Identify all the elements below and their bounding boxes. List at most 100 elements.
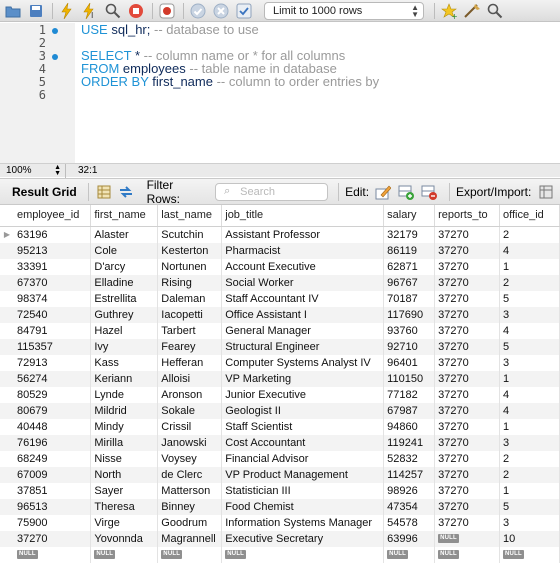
table-cell-salary[interactable]: 52832 <box>383 450 436 467</box>
table-cell-salary[interactable]: 119241 <box>383 434 436 451</box>
table-cell-reports-to[interactable]: 37270 <box>434 274 501 291</box>
table-cell-office-id[interactable]: 4 <box>499 322 560 339</box>
table-row[interactable]: 75900 Virge Goodrum Information Systems Man… <box>0 514 560 531</box>
table-cell-first-name[interactable]: NULL <box>90 546 159 563</box>
table-cell-last-name[interactable]: Nortunen <box>157 258 223 275</box>
autocommit-icon[interactable] <box>235 2 253 20</box>
beautify-icon[interactable] <box>463 2 481 20</box>
table-cell-employee-id[interactable]: 84791 <box>13 322 92 339</box>
table-cell-employee-id[interactable]: 96513 <box>13 498 92 515</box>
table-cell-last-name[interactable]: Alloisi <box>157 370 223 387</box>
table-cell-first-name[interactable]: Estrellita <box>90 290 159 307</box>
table-cell-salary[interactable]: 62871 <box>383 258 436 275</box>
table-cell-reports-to[interactable]: 37270 <box>434 466 501 483</box>
table-cell-last-name[interactable]: Binney <box>157 498 223 515</box>
table-row[interactable]: 84791 Hazel Tarbert General Manager 93760 372… <box>0 322 560 339</box>
table-cell-employee-id[interactable]: 72540 <box>13 306 92 323</box>
table-cell-last-name[interactable]: Tarbert <box>157 322 223 339</box>
table-cell-office-id[interactable]: 5 <box>499 290 560 307</box>
table-row[interactable]: 98374 Estrellita Daleman Staff Accountant I… <box>0 290 560 307</box>
table-cell-last-name[interactable]: Fearey <box>157 338 223 355</box>
table-cell-reports-to[interactable]: 37270 <box>434 338 501 355</box>
delete-row-icon[interactable] <box>420 183 437 201</box>
table-cell-job-title[interactable]: Geologist II <box>221 402 385 419</box>
table-row[interactable]: 37851 Sayer Matterson Statistician III 98926… <box>0 482 560 499</box>
table-cell-salary[interactable]: 110150 <box>383 370 436 387</box>
zoom-select[interactable]: 100% ▲ ▼ <box>0 163 66 178</box>
table-cell-reports-to[interactable]: 37270 <box>434 354 501 371</box>
table-cell-office-id[interactable]: 2 <box>499 274 560 291</box>
table-cell-last-name[interactable]: Crissil <box>157 418 223 435</box>
explain-icon[interactable] <box>104 2 122 20</box>
table-cell-salary[interactable]: 77182 <box>383 386 436 403</box>
table-cell-job-title[interactable]: General Manager <box>221 322 385 339</box>
table-cell-first-name[interactable]: Lynde <box>90 386 159 403</box>
table-row[interactable]: 67370 Elladine Rising Social Worker 96767 372… <box>0 274 560 291</box>
table-cell-employee-id[interactable]: 67370 <box>13 274 92 291</box>
column-header-salary[interactable]: salary <box>383 205 436 227</box>
table-row[interactable]: 72540 Guthrey Iacopetti Office Assistant I1… <box>0 306 560 323</box>
table-cell-job-title[interactable]: Social Worker <box>221 274 385 291</box>
table-cell-first-name[interactable]: Ivy <box>90 338 159 355</box>
table-cell-employee-id[interactable]: 98374 <box>13 290 92 307</box>
table-cell-last-name[interactable]: Scutchin <box>157 226 223 243</box>
table-cell-salary[interactable]: 54578 <box>383 514 436 531</box>
table-cell-employee-id[interactable]: 56274 <box>13 370 92 387</box>
table-cell-reports-to[interactable]: NULL <box>434 546 501 563</box>
table-cell-employee-id[interactable]: 80529 <box>13 386 92 403</box>
table-cell-last-name[interactable]: Aronson <box>157 386 223 403</box>
table-cell-salary[interactable]: 47354 <box>383 498 436 515</box>
table-cell-reports-to[interactable]: 37270 <box>434 498 501 515</box>
table-cell-reports-to[interactable]: NULL <box>434 530 501 547</box>
table-row[interactable]: 95213 Cole Kesterton Pharmacist 86119 37270 4 <box>0 242 560 259</box>
table-row[interactable]: 33391 D'arcy Nortunen Account Executive 6287… <box>0 258 560 275</box>
table-cell-first-name[interactable]: Kass <box>90 354 159 371</box>
table-cell-employee-id[interactable]: 76196 <box>13 434 92 451</box>
refresh-icon[interactable] <box>118 183 135 201</box>
table-cell-salary[interactable]: 93760 <box>383 322 436 339</box>
table-cell-first-name[interactable]: Mildrid <box>90 402 159 419</box>
table-cell-office-id[interactable]: 10 <box>499 530 560 547</box>
table-cell-last-name[interactable]: Hefferan <box>157 354 223 371</box>
table-cell-last-name[interactable]: Kesterton <box>157 242 223 259</box>
table-cell-job-title[interactable]: Assistant Professor <box>221 226 385 243</box>
table-cell-job-title[interactable]: Structural Engineer <box>221 338 385 355</box>
table-cell-last-name[interactable]: Goodrum <box>157 514 223 531</box>
table-cell-employee-id[interactable]: 75900 <box>13 514 92 531</box>
table-cell-salary[interactable]: 114257 <box>383 466 436 483</box>
table-cell-office-id[interactable]: 5 <box>499 338 560 355</box>
table-cell-office-id[interactable]: 3 <box>499 514 560 531</box>
table-cell-reports-to[interactable]: 37270 <box>434 226 501 243</box>
table-cell-reports-to[interactable]: 37270 <box>434 402 501 419</box>
table-cell-employee-id[interactable]: 40448 <box>13 418 92 435</box>
table-row[interactable]: 67009 North de Clerc VP Product Management 1… <box>0 466 560 483</box>
result-grid[interactable]: employee_id first_name last_name job_title s… <box>0 205 560 565</box>
table-cell-office-id[interactable]: 4 <box>499 386 560 403</box>
table-row[interactable]: 76196 Mirilla Janowski Cost Accountant 11924… <box>0 434 560 451</box>
table-row[interactable]: 68249 Nisse Voysey Financial Advisor 52832 37… <box>0 450 560 467</box>
execute-icon[interactable] <box>58 2 76 20</box>
table-cell-reports-to[interactable]: 37270 <box>434 434 501 451</box>
table-cell-office-id[interactable]: 5 <box>499 498 560 515</box>
table-cell-salary[interactable]: 32179 <box>383 226 436 243</box>
table-cell-job-title[interactable]: Staff Scientist <box>221 418 385 435</box>
table-cell-reports-to[interactable]: 37270 <box>434 386 501 403</box>
table-cell-last-name[interactable]: Janowski <box>157 434 223 451</box>
table-cell-job-title[interactable]: Pharmacist <box>221 242 385 259</box>
table-cell-salary[interactable]: 96401 <box>383 354 436 371</box>
table-row[interactable]: 56274 Keriann Alloisi VP Marketing 110150 372… <box>0 370 560 387</box>
table-row[interactable]: 115357 Ivy Fearey Structural Engineer 92710 3… <box>0 338 560 355</box>
edit-cell-icon[interactable] <box>375 183 392 201</box>
table-cell-employee-id[interactable]: 95213 <box>13 242 92 259</box>
table-cell-first-name[interactable]: Alaster <box>90 226 159 243</box>
table-cell-first-name[interactable]: Hazel <box>90 322 159 339</box>
table-cell-salary[interactable]: 67987 <box>383 402 436 419</box>
table-cell-office-id[interactable]: 2 <box>499 226 560 243</box>
table-cell-job-title[interactable]: Junior Executive <box>221 386 385 403</box>
column-header-employee-id[interactable]: employee_id <box>13 205 92 227</box>
table-cell-salary[interactable]: NULL <box>383 546 436 563</box>
table-cell-job-title[interactable]: Information Systems Manager <box>221 514 385 531</box>
table-cell-office-id[interactable]: 4 <box>499 402 560 419</box>
table-cell-job-title[interactable]: Account Executive <box>221 258 385 275</box>
table-cell-job-title[interactable]: Computer Systems Analyst IV <box>221 354 385 371</box>
